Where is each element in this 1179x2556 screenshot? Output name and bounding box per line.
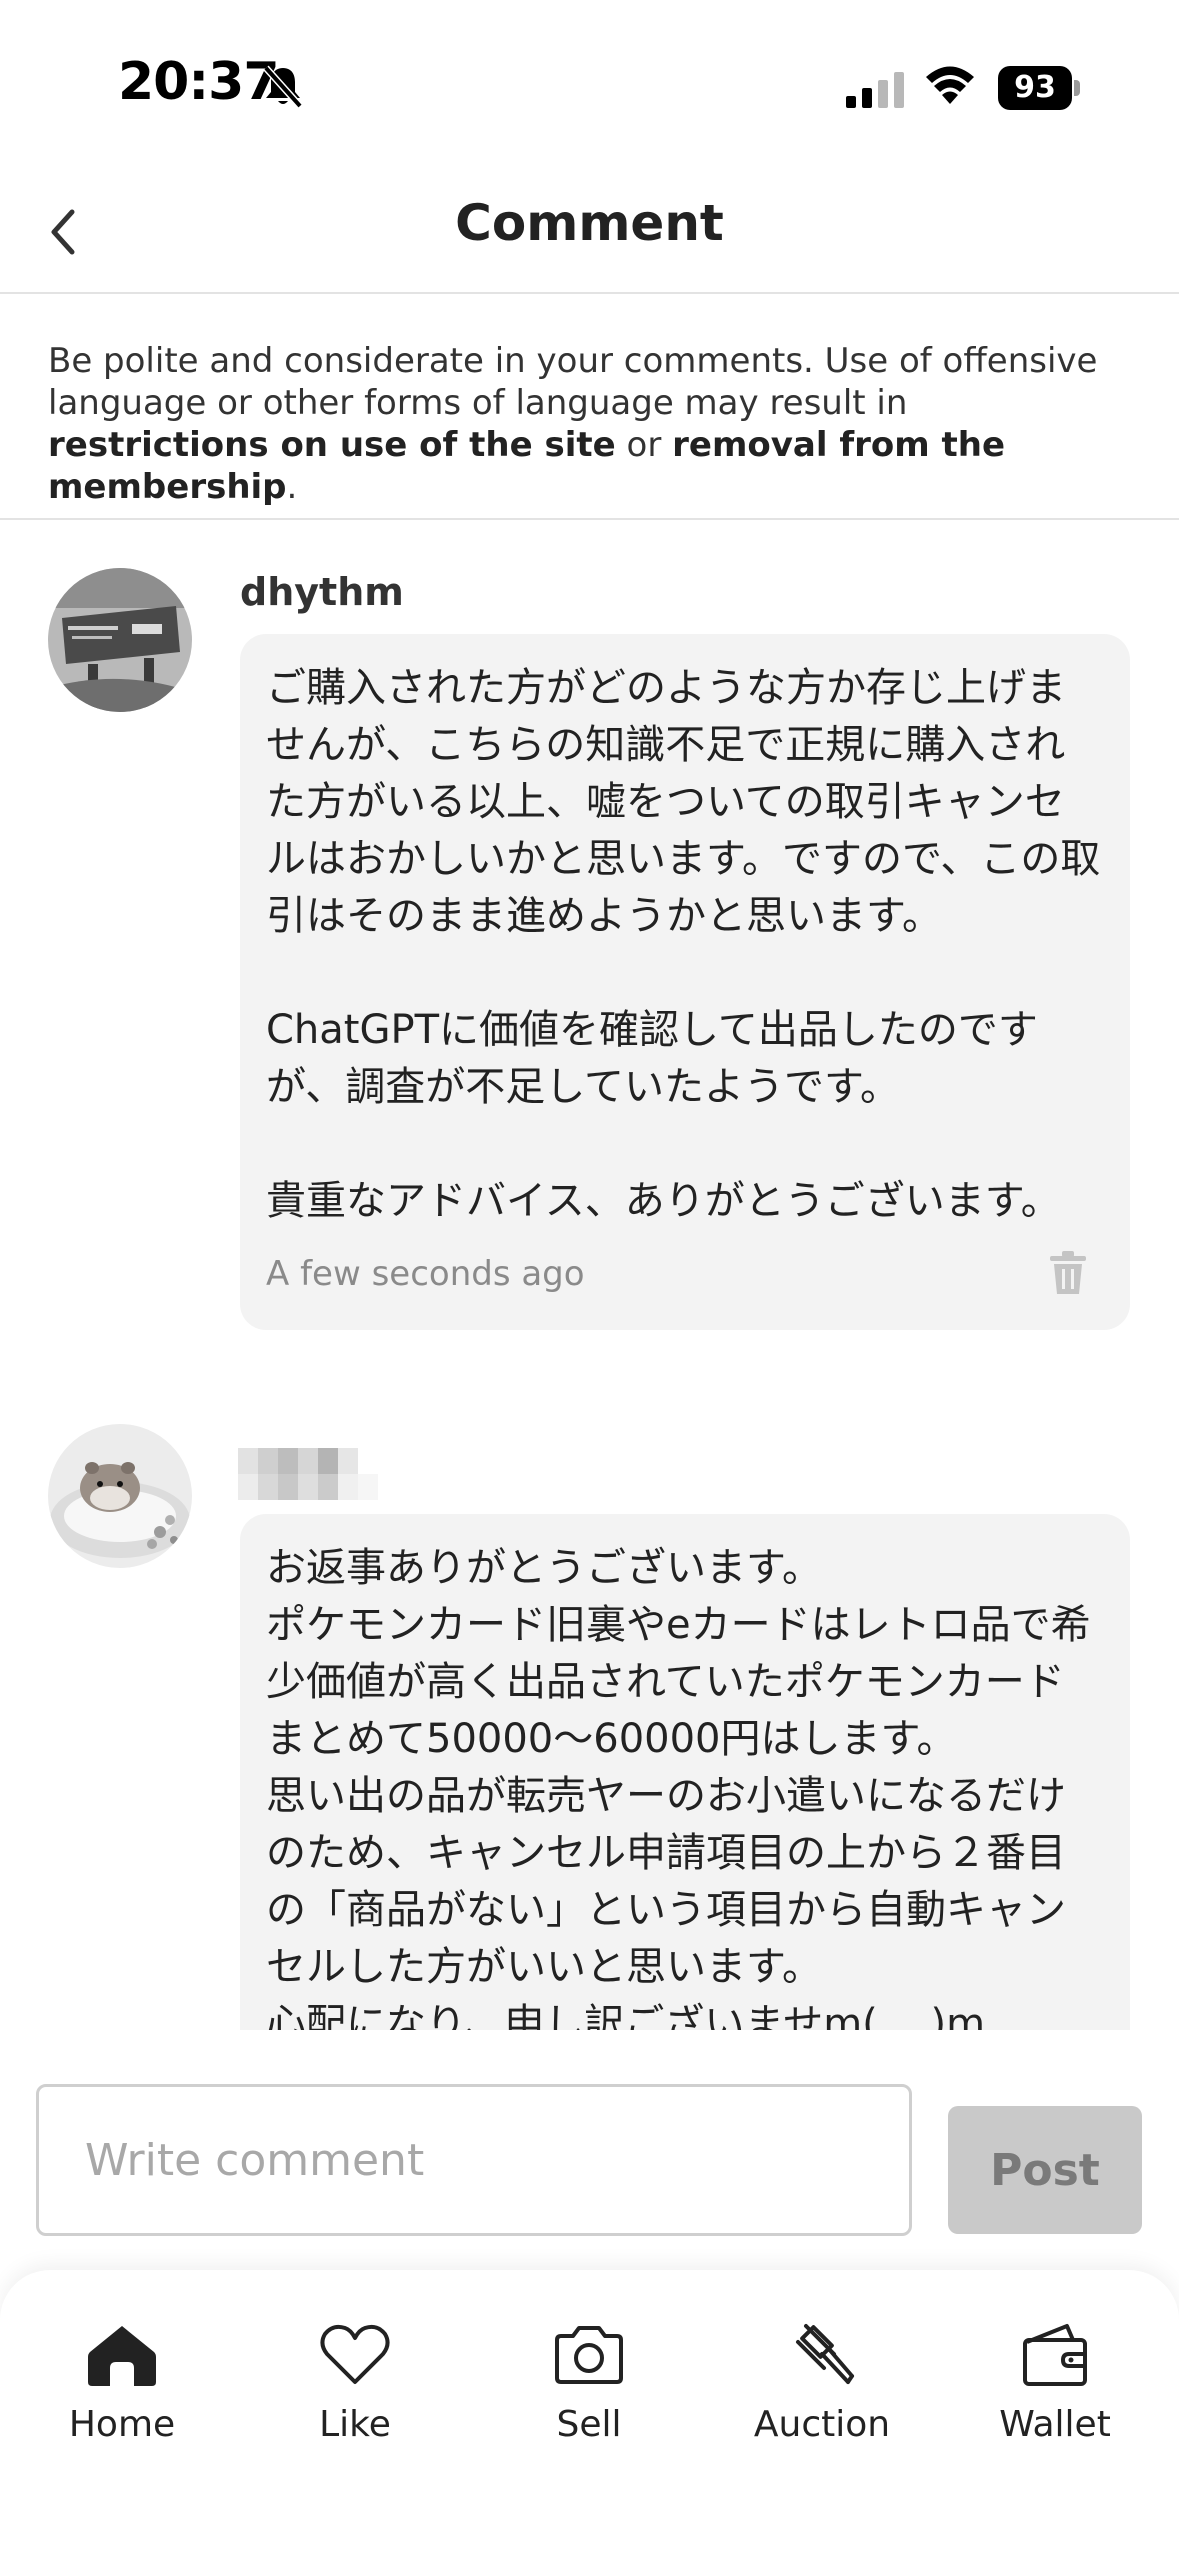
gavel-icon bbox=[796, 2324, 854, 2384]
status-bar: 20:37 93 bbox=[0, 0, 1179, 150]
tab-like[interactable]: Like bbox=[245, 2320, 465, 2470]
tab-home[interactable]: Home bbox=[12, 2320, 232, 2470]
trash-icon[interactable] bbox=[1048, 1250, 1088, 1296]
tab-label: Like bbox=[319, 2404, 391, 2445]
notice-text: . bbox=[286, 467, 298, 507]
avatar[interactable] bbox=[48, 568, 192, 712]
comment-composer: Post bbox=[0, 2060, 1179, 2260]
post-button[interactable]: Post bbox=[948, 2106, 1142, 2234]
comment-input[interactable] bbox=[36, 2084, 912, 2236]
tab-sell[interactable]: Sell bbox=[479, 2320, 699, 2470]
notice-bold-restrictions: restrictions on use of the site bbox=[48, 425, 616, 465]
comment-list[interactable]: dhythm ご購入された方がどのような方か存じ上げませんが、こちらの知識不足で… bbox=[0, 520, 1179, 2030]
bell-muted-icon bbox=[263, 65, 303, 109]
comment-policy-notice: Be polite and considerate in your commen… bbox=[48, 340, 1138, 508]
comment-meta: A few seconds ago bbox=[266, 1244, 1104, 1304]
notice-text: Be polite and considerate in your commen… bbox=[48, 341, 1098, 423]
home-icon bbox=[88, 2326, 156, 2386]
camera-icon bbox=[555, 2326, 623, 2384]
tab-auction[interactable]: Auction bbox=[712, 2320, 932, 2470]
wifi-icon bbox=[926, 66, 974, 104]
status-time: 20:37 bbox=[118, 52, 280, 112]
battery-level: 93 bbox=[998, 66, 1072, 110]
tab-wallet[interactable]: Wallet bbox=[945, 2320, 1165, 2470]
page-title: Comment bbox=[455, 194, 724, 252]
tab-label: Auction bbox=[753, 2404, 891, 2445]
avatar[interactable] bbox=[48, 1424, 192, 1568]
comment-username[interactable]: dhythm bbox=[240, 570, 404, 614]
header: Comment bbox=[0, 170, 1179, 294]
heart-icon bbox=[320, 2324, 390, 2384]
battery-icon: 93 bbox=[998, 66, 1080, 110]
comment-text: ご購入された方がどのような方か存じ上げませんが、こちらの知識不足で正規に購入され… bbox=[266, 665, 1101, 1224]
tab-label: Wallet bbox=[999, 2404, 1111, 2445]
tab-label: Home bbox=[68, 2404, 176, 2445]
tab-label: Sell bbox=[556, 2404, 622, 2445]
comment-bubble: ご購入された方がどのような方か存じ上げませんが、こちらの知識不足で正規に購入され… bbox=[240, 634, 1130, 1330]
comment-text: お返事ありがとうございます。 ポケモンカード旧裏やeカードはレトロ品で希少価値が… bbox=[266, 1545, 1091, 2030]
comment-timestamp: A few seconds ago bbox=[266, 1254, 585, 1294]
comment-bubble: お返事ありがとうございます。 ポケモンカード旧裏やeカードはレトロ品で希少価値が… bbox=[240, 1514, 1130, 2030]
cellular-signal-icon bbox=[846, 72, 904, 108]
bottom-tab-bar: Home Like Sell Auction Wallet bbox=[0, 2270, 1179, 2556]
username-pixelated[interactable] bbox=[238, 1448, 388, 1500]
notice-text: or bbox=[615, 425, 673, 465]
wallet-icon bbox=[1023, 2324, 1087, 2386]
